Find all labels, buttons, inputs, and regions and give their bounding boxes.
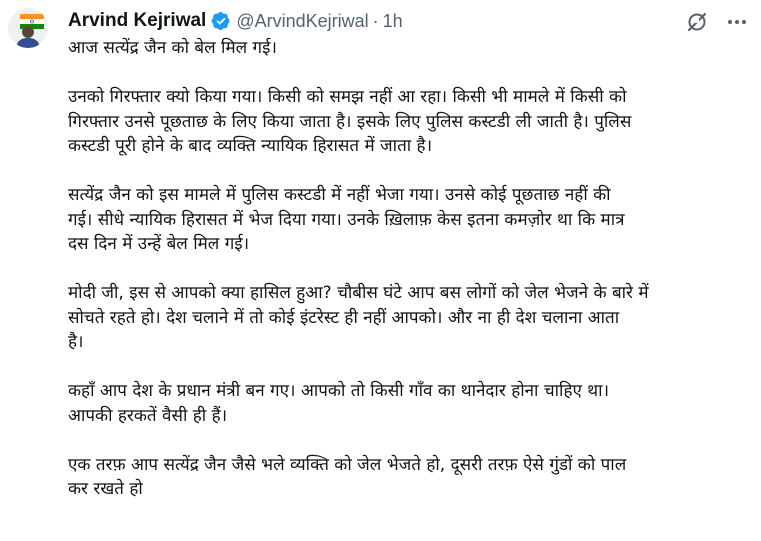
tweet-text-line: सत्येंद्र जैन को इस मामले में पुलिस कस्ट… [68,185,611,205]
tweet-text-line: गई। सीधे न्यायिक हिरासत में भेज दिया गया… [68,209,625,230]
tweet-text-line: मोदी जी, इस से आपको क्या हासिल हुआ? चौबी… [68,283,649,303]
grok-icon[interactable] [685,10,709,34]
author-handle[interactable]: @ArvindKejriwal [236,11,368,32]
tweet-text-line: गिरफ्तार उनसे पूछताछ के लिए किया जाता है… [68,111,632,132]
tweet-text: आज सत्येंद्र जैन को बेल मिल गई। उनको गिरफ… [68,36,758,502]
tweet-text-line: उनको गिरफ्तार क्यो किया गया। किसी को समझ… [68,87,627,107]
tweet-text-line: कहाँ आप देश के प्रधान मंत्री बन गए। आपको… [68,381,610,401]
tweet-text-line: दस दिन में उन्हें बेल मिल गई। [68,234,250,254]
verified-badge-icon [211,11,231,31]
header-separator: · [372,10,379,31]
tweet-text-line: आपकी हरकतें वैसी ही हैं। [68,405,228,426]
tweet-text-line: है। [68,332,84,352]
tweet-text-line: कस्टडी पूरी होने के बाद व्यक्ति न्यायिक … [68,136,433,156]
tweet-timestamp[interactable]: 1h [383,11,403,32]
tweet-actions [669,10,749,34]
tweet-text-line: एक तरफ़ आप सत्येंद्र जैन जैसे भले व्यक्त… [68,454,627,475]
tweet-header: Arvind Kejriwal @ArvindKejriwal · 1h [68,8,403,34]
author-display-name[interactable]: Arvind Kejriwal [68,10,206,32]
avatar[interactable] [8,8,48,48]
more-options-icon[interactable] [725,10,749,34]
avatar-image [8,8,48,48]
tweet-card: Arvind Kejriwal @ArvindKejriwal · 1h आज … [0,0,761,541]
tweet-text-line: कर रखते हो [68,479,143,499]
tweet-text-line: आज सत्येंद्र जैन को बेल मिल गई। [68,38,277,58]
tweet-text-line: सोचते रहते हो। देश चलाने में तो कोई इंटर… [68,307,620,328]
